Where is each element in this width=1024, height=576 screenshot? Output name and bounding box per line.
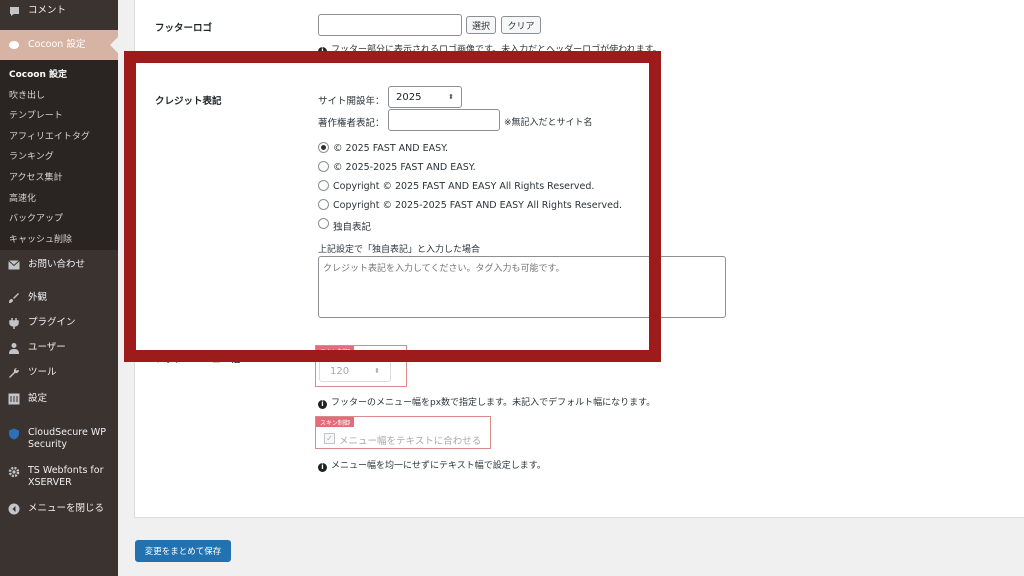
submenu-item-backup[interactable]: バックアップ: [9, 211, 63, 224]
fit-text-note: i メニュー幅を均一にせずにテキスト幅で設定します。: [318, 458, 546, 472]
menu-item-cloudsecure[interactable]: CloudSecure WP Security: [0, 427, 118, 453]
menu-item-settings[interactable]: 設定: [0, 392, 118, 406]
start-year-label: サイト開設年：: [318, 96, 385, 107]
menu-item-tools[interactable]: ツール: [0, 366, 118, 380]
user-icon: [7, 341, 21, 355]
paintbrush-icon: [7, 291, 21, 305]
info-icon: i: [318, 46, 327, 56]
menu-item-contact[interactable]: お問い合わせ: [0, 258, 118, 272]
submenu-item-balloon[interactable]: 吹き出し: [9, 88, 45, 101]
active-menu-arrow: [110, 37, 118, 53]
credit-option-1-label: © 2025 FAST AND EASY.: [333, 143, 449, 154]
custom-credit-textarea[interactable]: [318, 256, 726, 318]
save-all-button[interactable]: 変更をまとめて保存: [135, 540, 231, 562]
footer-menu-width-label: フッターメニュー幅: [155, 354, 241, 365]
menu-item-plugins[interactable]: プラグイン: [0, 316, 118, 330]
submenu-item-speed[interactable]: 高速化: [9, 191, 36, 204]
footer-menu-width-input: 120 ⬍: [319, 360, 391, 382]
credit-option-3-label: Copyright © 2025 FAST AND EASY All Right…: [333, 181, 595, 192]
custom-credit-label: 上記設定で「独自表記」と入力した場合: [318, 245, 481, 255]
info-icon: i: [318, 399, 327, 409]
credit-option-4-radio[interactable]: [318, 199, 329, 210]
credit-option-1-radio[interactable]: [318, 142, 329, 153]
copyright-note: ※無記入だとサイト名: [504, 118, 593, 128]
footer-logo-input[interactable]: [318, 14, 462, 36]
gear-icon: [7, 465, 21, 479]
skin-control-tag: スキン制御: [316, 346, 354, 356]
credit-option-5-radio[interactable]: [318, 218, 329, 229]
credit-option-3-radio[interactable]: [318, 180, 329, 191]
mail-icon: [7, 258, 21, 272]
submenu-item-analytics[interactable]: アクセス集計: [9, 170, 63, 183]
submenu-item-cache[interactable]: キャッシュ削除: [9, 232, 72, 245]
copyright-input[interactable]: [388, 109, 500, 131]
shield-icon: [7, 427, 21, 441]
select-logo-button[interactable]: 選択: [466, 16, 496, 34]
clear-logo-button[interactable]: クリア: [501, 16, 541, 34]
start-year-select[interactable]: 2025 ⬍: [388, 86, 462, 108]
info-icon: i: [318, 462, 327, 472]
wrench-icon: [7, 366, 21, 380]
cocoon-icon: [7, 38, 21, 52]
menu-item-users[interactable]: ユーザー: [0, 341, 118, 355]
stepper-icon: ⬍: [448, 93, 454, 101]
credit-option-4-label: Copyright © 2025-2025 FAST AND EASY All …: [333, 200, 623, 211]
credit-label: クレジット表記: [155, 96, 222, 107]
submenu-item-affiliate[interactable]: アフィリエイトタグ: [9, 129, 90, 142]
menu-item-appearance[interactable]: 外観: [0, 291, 118, 305]
menu-item-cocoon[interactable]: Cocoon 設定: [0, 30, 118, 60]
fit-text-checkbox: ✓: [324, 433, 335, 444]
credit-option-5-label: 独自表記: [333, 222, 372, 233]
submenu-item-cocoon-settings[interactable]: Cocoon 設定: [9, 67, 67, 80]
plug-icon: [7, 316, 21, 330]
menu-item-comments[interactable]: コメント: [0, 4, 118, 18]
copyright-label: 著作権者表記：: [318, 118, 385, 129]
submenu-item-ranking[interactable]: ランキング: [9, 149, 54, 162]
settings-panel: フッターロゴ 選択 クリア i フッター部分に表示されるロゴ画像です。未入力だとヘ…: [134, 0, 1024, 518]
submenu-item-template[interactable]: テンプレート: [9, 108, 63, 121]
footer-logo-label: フッターロゴ: [155, 23, 213, 34]
credit-option-2-label: © 2025-2025 FAST AND EASY.: [333, 162, 476, 173]
menu-item-tswebfonts[interactable]: TS Webfonts for XSERVER: [0, 465, 118, 491]
fit-text-label: メニュー幅をテキストに合わせる: [339, 436, 482, 447]
admin-sidebar: コメント Cocoon 設定 Cocoon 設定 吹き出し テンプレート アフィ…: [0, 0, 118, 576]
collapse-arrow-icon: [7, 502, 21, 516]
settings-icon: [7, 392, 21, 406]
footer-menu-width-note: i フッターのメニュー幅をpx数で指定します。未記入でデフォルト幅になります。: [318, 395, 655, 409]
skin-control-tag: スキン制御: [316, 417, 354, 427]
stepper-icon: ⬍: [374, 367, 380, 375]
footer-logo-note: i フッター部分に表示されるロゴ画像です。未入力だとヘッダーロゴが使われます。: [318, 42, 662, 56]
comment-icon: [7, 4, 21, 18]
cocoon-submenu: Cocoon 設定 吹き出し テンプレート アフィリエイトタグ ランキング アク…: [0, 60, 118, 250]
menu-item-collapse[interactable]: メニューを閉じる: [0, 502, 118, 516]
credit-option-2-radio[interactable]: [318, 161, 329, 172]
